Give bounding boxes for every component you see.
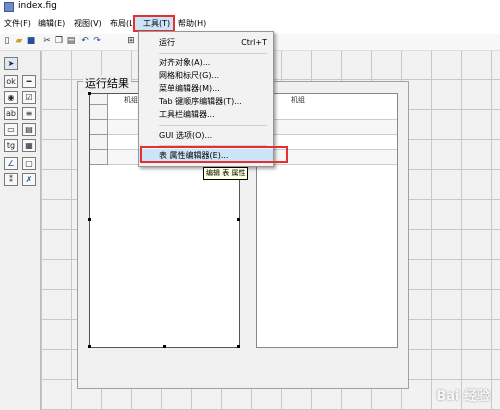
select-arrow-icon[interactable]: ➤ bbox=[4, 57, 18, 70]
menu-item-tab-order-editor[interactable]: Tab 键顺序编辑器(T)... bbox=[139, 95, 273, 108]
menu-view[interactable]: 视图(V) bbox=[74, 18, 102, 29]
resize-handle[interactable] bbox=[237, 218, 240, 221]
resize-handle[interactable] bbox=[88, 218, 91, 221]
edit-text-icon[interactable]: ab bbox=[4, 107, 18, 120]
menu-item-label: GUI 选项(O)... bbox=[159, 131, 213, 140]
paste-icon[interactable]: ▤ bbox=[66, 36, 76, 47]
menu-file[interactable]: 文件(F) bbox=[4, 18, 31, 29]
new-file-icon[interactable]: ▯ bbox=[2, 36, 12, 47]
popup-menu-icon[interactable]: ▭ bbox=[4, 123, 18, 136]
menu-separator bbox=[159, 125, 267, 126]
menu-item-label: 工具栏编辑器... bbox=[159, 110, 215, 119]
axes-icon[interactable]: ∠ bbox=[4, 157, 18, 170]
menu-item-gui-options[interactable]: GUI 选项(O)... bbox=[139, 129, 273, 142]
window-title: index.fig bbox=[18, 1, 57, 11]
menu-edit[interactable]: 编辑(E) bbox=[38, 18, 65, 29]
result-table-right[interactable]: 机组 bbox=[256, 93, 398, 348]
menu-item-shortcut: Ctrl+T bbox=[241, 38, 267, 47]
row-header bbox=[90, 135, 108, 150]
push-button-icon[interactable]: ok bbox=[4, 75, 18, 88]
menu-item-label: Tab 键顺序编辑器(T)... bbox=[159, 97, 242, 106]
menu-item-label: 网格和标尺(G)... bbox=[159, 71, 220, 80]
menu-item-label: 菜单编辑器(M)... bbox=[159, 84, 220, 93]
resize-handle[interactable] bbox=[88, 92, 91, 95]
resize-handle[interactable] bbox=[163, 345, 166, 348]
tooltip: 编辑 表 属性 bbox=[203, 167, 249, 180]
menu-item-menu-editor[interactable]: 菜单编辑器(M)... bbox=[139, 82, 273, 95]
activex-icon[interactable]: ✗ bbox=[22, 173, 36, 186]
resize-handle[interactable] bbox=[237, 345, 240, 348]
redo-icon[interactable]: ↷ bbox=[92, 36, 102, 47]
row-header bbox=[90, 120, 108, 135]
watermark: Bai 经验 bbox=[436, 389, 490, 404]
undo-icon[interactable]: ↶ bbox=[80, 36, 90, 47]
row-header bbox=[90, 150, 108, 165]
column-header: 机组 bbox=[291, 96, 305, 104]
open-folder-icon[interactable]: ▰ bbox=[14, 36, 24, 47]
table-icon[interactable]: ▦ bbox=[22, 139, 36, 152]
menu-item-run[interactable]: 运行 Ctrl+T bbox=[139, 36, 273, 49]
menu-item-highlight-box bbox=[140, 146, 288, 163]
checkbox-icon[interactable]: ☑ bbox=[22, 91, 36, 104]
save-icon[interactable]: ■ bbox=[26, 36, 36, 47]
menu-item-align-objects[interactable]: 对齐对象(A)... bbox=[139, 56, 273, 69]
menu-item-grid-and-rulers[interactable]: 网格和标尺(G)... bbox=[139, 69, 273, 82]
menu-tools[interactable]: 工具(T) bbox=[143, 18, 170, 29]
menu-item-label: 对齐对象(A)... bbox=[159, 58, 211, 67]
panel-icon[interactable]: ▢ bbox=[22, 157, 36, 170]
table-row[interactable] bbox=[257, 120, 397, 135]
menu-layout[interactable]: 布局(L) bbox=[110, 18, 132, 29]
button-group-icon[interactable]: ⁑ bbox=[4, 173, 18, 186]
table-row[interactable] bbox=[257, 105, 397, 120]
menu-item-label: 运行 bbox=[159, 38, 175, 47]
align-icon[interactable]: ⊞ bbox=[126, 36, 136, 47]
listbox-icon[interactable]: ▤ bbox=[22, 123, 36, 136]
static-text-icon[interactable]: ≡ bbox=[22, 107, 36, 120]
resize-handle[interactable] bbox=[88, 345, 91, 348]
toggle-button-icon[interactable]: tg bbox=[4, 139, 18, 152]
radio-button-icon[interactable]: ◉ bbox=[4, 91, 18, 104]
menu-separator bbox=[159, 53, 267, 54]
table-corner bbox=[90, 94, 108, 105]
panel-title: 运行结果 bbox=[83, 75, 131, 91]
slider-icon[interactable]: ━ bbox=[22, 75, 36, 88]
row-header bbox=[90, 105, 108, 120]
column-header: 机组 bbox=[124, 96, 138, 104]
title-bar: index.fig bbox=[0, 0, 500, 14]
copy-icon[interactable]: ❐ bbox=[54, 36, 64, 47]
component-palette: ➤ ok ━ ◉ ☑ ab ≡ ▭ ▤ tg ▦ ∠ ▢ ⁑ ✗ bbox=[0, 51, 41, 410]
menu-help[interactable]: 帮助(H) bbox=[178, 18, 206, 29]
cut-icon[interactable]: ✂ bbox=[42, 36, 52, 47]
figure-file-icon bbox=[4, 2, 14, 12]
menu-item-toolbar-editor[interactable]: 工具栏编辑器... bbox=[139, 108, 273, 121]
